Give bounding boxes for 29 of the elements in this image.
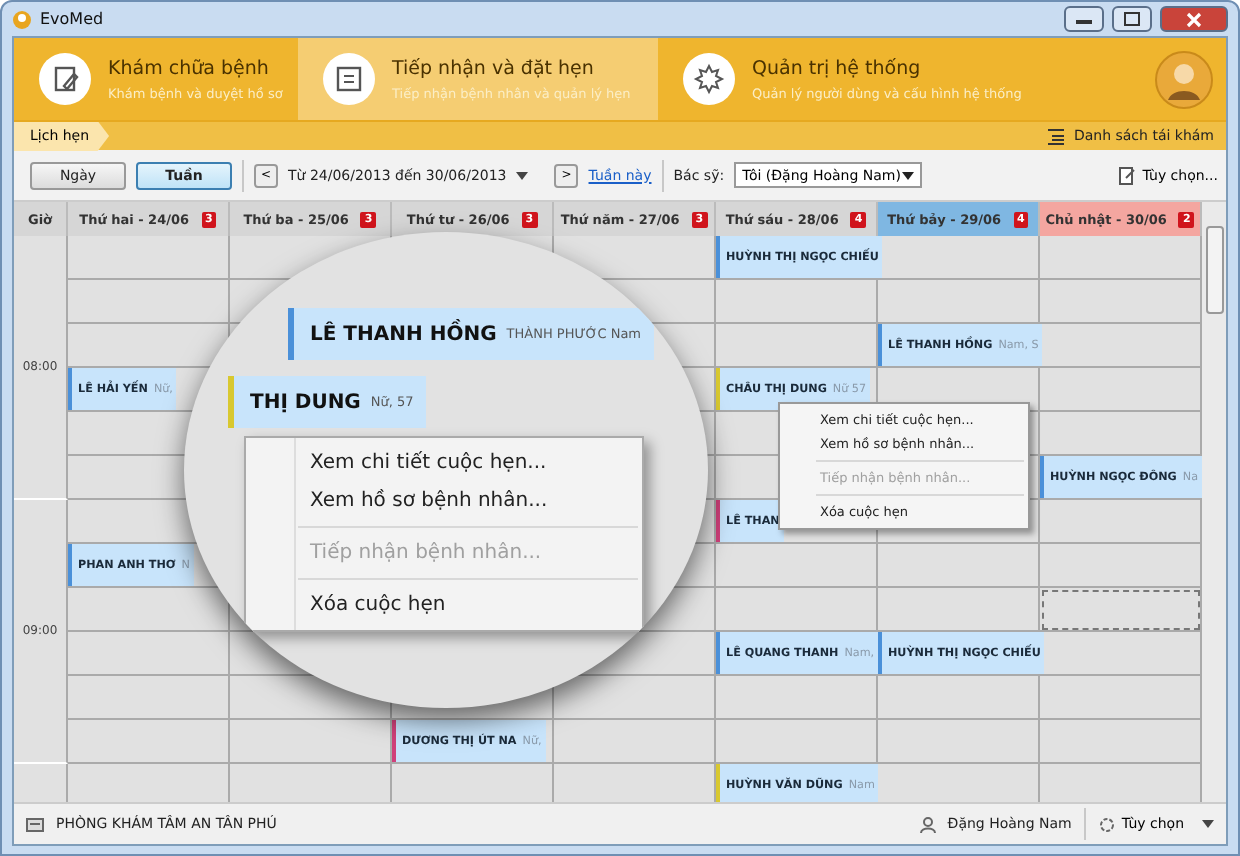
gear-icon: [682, 52, 736, 106]
scrollbar[interactable]: [1202, 202, 1226, 802]
caret-icon: [902, 171, 915, 179]
user-icon: [919, 815, 936, 833]
settings-icon: [1097, 815, 1116, 833]
close-icon: [1186, 11, 1202, 27]
caret-icon: [1202, 820, 1214, 828]
app-icon: [12, 9, 32, 29]
menu-item[interactable]: Xem chi tiết cuộc hẹn...: [246, 444, 642, 482]
caret-icon[interactable]: [516, 171, 529, 179]
minimize-button[interactable]: [1064, 6, 1104, 32]
window-title: EvoMed: [40, 10, 106, 28]
patient-name: THỊ DUNG: [250, 391, 361, 413]
module-title: Quản trị hệ thống: [752, 57, 923, 79]
menu-item[interactable]: Xem hồ sơ bệnh nhân...: [246, 482, 642, 520]
maximize-button[interactable]: [1112, 6, 1152, 32]
notepad-icon: [38, 52, 92, 106]
clinic-icon: [26, 816, 44, 832]
menu-item[interactable]: Xóa cuộc hẹn: [246, 586, 642, 624]
minimize-icon: [1076, 15, 1092, 23]
close-button[interactable]: [1160, 6, 1228, 32]
module-title: Tiếp nhận và đặt hẹn: [392, 57, 596, 79]
maximize-icon: [1124, 12, 1140, 26]
logo-icon: [1154, 49, 1214, 109]
module-title: Khám chữa bệnh: [108, 57, 271, 79]
selected-slot[interactable]: [1042, 590, 1200, 630]
patient-name: LÊ THANH HỒNG: [310, 323, 497, 345]
document-icon: [1118, 165, 1137, 185]
list-icon: [1045, 127, 1066, 145]
